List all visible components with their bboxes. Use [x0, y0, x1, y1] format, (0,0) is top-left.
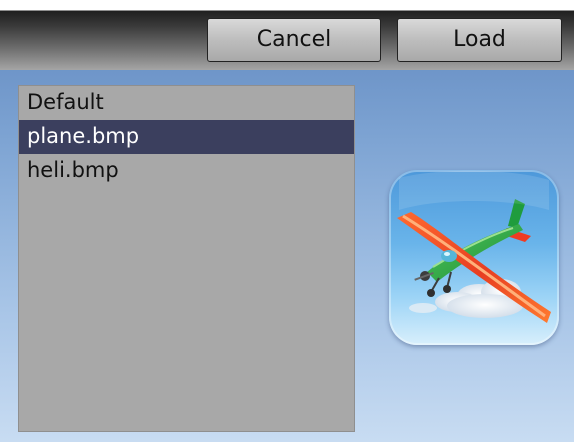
file-list[interactable]: Default plane.bmp heli.bmp: [18, 85, 355, 432]
model-preview-image: [389, 170, 559, 345]
cancel-button[interactable]: Cancel: [207, 18, 381, 62]
list-item-heli-bmp[interactable]: heli.bmp: [19, 154, 354, 188]
model-icon-picker-screen: Cancel Load Default plane.bmp heli.bmp: [0, 0, 574, 442]
top-toolbar: Cancel Load: [0, 0, 574, 70]
airplane-icon: [397, 170, 551, 323]
list-item-plane-bmp[interactable]: plane.bmp: [19, 120, 354, 154]
list-item-default[interactable]: Default: [19, 86, 354, 120]
load-button[interactable]: Load: [397, 18, 562, 62]
